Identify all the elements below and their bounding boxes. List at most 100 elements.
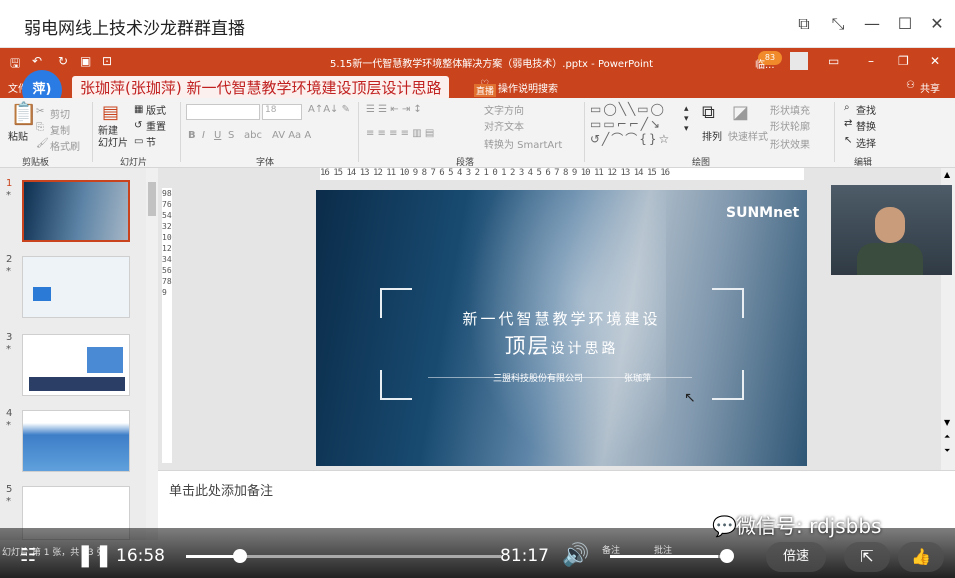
- slide-thumbnail-4[interactable]: [22, 410, 130, 472]
- slide-star: *: [6, 266, 11, 277]
- seek-handle[interactable]: [233, 549, 247, 563]
- shrink-icon[interactable]: ⤡: [828, 14, 848, 34]
- undo-icon[interactable]: ↶: [32, 54, 42, 68]
- group-slides-label: 幻灯片: [120, 158, 148, 168]
- slide-thumbnail-2[interactable]: [22, 256, 130, 318]
- cut-icon[interactable]: ✂: [36, 106, 44, 117]
- presenter-webcam[interactable]: [831, 185, 952, 275]
- reset-button[interactable]: 重置: [146, 118, 166, 133]
- frame-corner: [380, 370, 412, 400]
- gallery-scroll[interactable]: ▴ ▾ ▾: [684, 104, 689, 134]
- smartart-button[interactable]: 转换为 SmartArt: [484, 136, 562, 151]
- ppt-restore-icon[interactable]: ❐: [898, 54, 909, 68]
- find-icon[interactable]: ⌕: [844, 102, 850, 113]
- thumbnail-scrollbar[interactable]: [146, 168, 158, 540]
- start-slideshow-icon[interactable]: ▣: [80, 54, 91, 68]
- slide-thumbnail-1[interactable]: [22, 180, 130, 242]
- arrange-icon[interactable]: ⧉: [702, 102, 715, 123]
- replace-icon[interactable]: ⇄: [844, 118, 852, 129]
- share-icon[interactable]: ⇱: [844, 542, 890, 572]
- window-title: 弱电网线上技术沙龙群群直播: [24, 19, 245, 39]
- qat-more-icon[interactable]: ⊡: [102, 54, 112, 68]
- slide-number: 4: [6, 408, 13, 419]
- close-icon[interactable]: ✕: [927, 14, 947, 33]
- reset-icon[interactable]: ↺: [134, 120, 142, 131]
- section-button[interactable]: 节: [146, 134, 156, 149]
- copy-icon[interactable]: ⎘: [36, 122, 44, 133]
- font-grow-icon[interactable]: A↑A↓ ✎: [308, 104, 350, 115]
- paste-button[interactable]: 粘贴: [8, 128, 28, 143]
- thumbnail-pane: 1 * 2 * 3 * 4 * 5 *: [0, 168, 146, 540]
- minimize-icon[interactable]: —: [862, 14, 882, 33]
- ribbon-display-icon[interactable]: ▭: [828, 54, 839, 68]
- quick-styles-button[interactable]: 快速样式: [728, 128, 768, 143]
- spacing-icon[interactable]: AV Aa A: [272, 130, 311, 141]
- shadow-icon[interactable]: S: [228, 130, 234, 141]
- scroll-up-icon[interactable]: ▲: [944, 170, 950, 179]
- align-icons[interactable]: ≡ ≡ ≡ ≡ ▥ ▤: [366, 128, 434, 139]
- format-painter-button[interactable]: 格式刷: [50, 138, 80, 153]
- total-time: 81:17: [500, 546, 549, 566]
- effects-button[interactable]: 形状效果: [770, 136, 810, 151]
- font-size-select[interactable]: 18: [262, 104, 302, 120]
- maximize-icon[interactable]: ☐: [895, 14, 915, 33]
- share-icon[interactable]: ⚇: [906, 80, 915, 91]
- replace-button[interactable]: 替换: [856, 118, 876, 133]
- slide-logo: SUNMnet: [726, 205, 800, 221]
- ppt-close-icon[interactable]: ✕: [930, 54, 940, 68]
- danmaku-icon[interactable]: ☷: [20, 545, 36, 566]
- prev-slide-icon[interactable]: ⏶: [944, 432, 950, 442]
- live-tag: 直播: [474, 84, 497, 97]
- save-icon[interactable]: 🖫: [10, 54, 20, 75]
- layout-button[interactable]: 版式: [146, 102, 166, 117]
- fill-button[interactable]: 形状填充: [770, 102, 810, 117]
- slide-number: 2: [6, 254, 13, 265]
- avatar[interactable]: [790, 52, 808, 70]
- underline-icon[interactable]: U: [214, 130, 221, 141]
- cut-button[interactable]: 剪切: [50, 106, 70, 121]
- quick-styles-icon[interactable]: ◪: [732, 102, 749, 123]
- ppt-title-bar: 🖫 ↶ ↻ ▣ ⊡ 5.15新一代智慧教学环境整体解决方案（弱电技术）.pptx…: [0, 48, 955, 76]
- section-icon[interactable]: ▭: [134, 136, 143, 147]
- shapes-gallery[interactable]: ▭◯╲╲▭◯ ▭▭⌐⌐╱↘ ↺╱⌒⌒{}☆: [590, 102, 682, 150]
- text-direction-button[interactable]: 文字方向: [484, 102, 524, 117]
- pip-icon[interactable]: ⧉: [794, 14, 814, 34]
- select-icon[interactable]: ↖: [844, 135, 852, 146]
- italic-icon[interactable]: I: [202, 130, 205, 141]
- tab-search[interactable]: 操作说明搜索: [498, 80, 558, 95]
- font-family-select[interactable]: [186, 104, 260, 120]
- volume-handle[interactable]: [720, 549, 734, 563]
- next-slide-icon[interactable]: ⏷: [944, 446, 950, 456]
- paste-icon[interactable]: 📋: [10, 102, 37, 127]
- current-slide[interactable]: SUNMnet 新一代智慧教学环境建设 顶层设计思路 三盟科技股份有限公司 张珈…: [316, 190, 807, 466]
- select-button[interactable]: 选择: [856, 135, 876, 150]
- horizontal-ruler: 16 15 14 13 12 11 10 9 8 7 6 5 4 3 2 1 0…: [320, 168, 804, 180]
- pause-icon[interactable]: ❚❚: [76, 543, 113, 568]
- slide-number: 3: [6, 332, 13, 343]
- copy-button[interactable]: 复制: [50, 122, 70, 137]
- slide-thumbnail-3[interactable]: [22, 334, 130, 396]
- bold-icon[interactable]: B: [188, 130, 196, 141]
- list-icons[interactable]: ☰ ☰ ⇤ ⇥ ↕: [366, 104, 422, 115]
- like-icon[interactable]: 👍: [898, 542, 944, 572]
- divider: [834, 102, 835, 162]
- outline-button[interactable]: 形状轮廓: [770, 118, 810, 133]
- strikethrough-icon[interactable]: abc: [244, 130, 262, 141]
- ppt-file-title: 5.15新一代智慧教学环境整体解决方案（弱电技术）.pptx - PowerPo…: [330, 59, 654, 70]
- slide-number: 1: [6, 178, 13, 189]
- new-slide-icon[interactable]: ▤: [102, 102, 119, 123]
- redo-icon[interactable]: ↻: [58, 54, 68, 68]
- new-slide-button[interactable]: 新建 幻灯片: [98, 126, 128, 150]
- tab-share[interactable]: 共享: [920, 80, 940, 95]
- volume-icon[interactable]: 🔊: [562, 543, 589, 568]
- ppt-minimize-icon[interactable]: –: [868, 54, 874, 68]
- align-text-button[interactable]: 对齐文本: [484, 118, 524, 133]
- group-paragraph-label: 段落: [456, 158, 475, 168]
- find-button[interactable]: 查找: [856, 102, 876, 117]
- format-painter-icon[interactable]: 🖌: [36, 138, 49, 149]
- scrollbar-thumb[interactable]: [148, 182, 156, 216]
- speed-button[interactable]: 倍速: [766, 542, 826, 572]
- arrange-button[interactable]: 排列: [702, 128, 722, 143]
- layout-icon[interactable]: ▦: [134, 104, 143, 115]
- scroll-down-icon[interactable]: ▼: [944, 418, 950, 427]
